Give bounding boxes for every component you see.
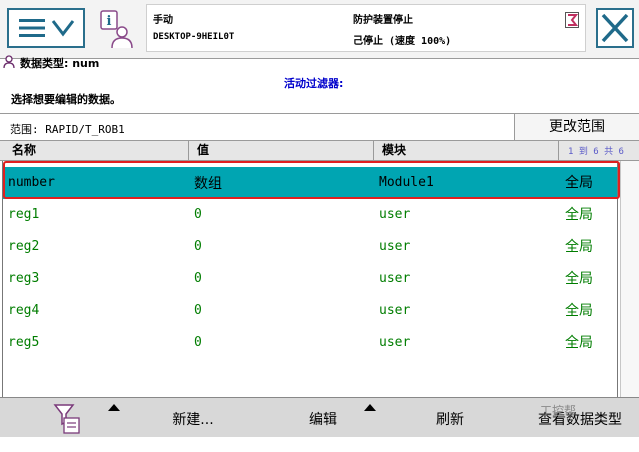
column-header-module[interactable]: 模块 bbox=[382, 142, 406, 160]
cell-scope: 全局 bbox=[565, 239, 593, 255]
change-scope-button[interactable]: 更改范围 bbox=[514, 113, 639, 141]
column-divider bbox=[188, 141, 189, 161]
event-log-button[interactable]: i bbox=[96, 8, 138, 50]
motor-state: 己停止 (速度 100%) bbox=[353, 36, 452, 47]
cell-scope: 全局 bbox=[565, 207, 593, 223]
new-button[interactable]: 新建... bbox=[150, 398, 236, 438]
up-arrow-icon bbox=[108, 404, 120, 411]
cell-module: user bbox=[379, 271, 411, 286]
status-bar: i 手动 DESKTOP-9HEIL0T 防护装置停止 己停止 (速度 100%… bbox=[0, 0, 639, 59]
instruction-text: 选择想要编辑的数据。 bbox=[11, 93, 121, 106]
cell-scope: 全局 bbox=[565, 271, 593, 287]
table-header: 名称 值 模块 1 到 6 共 6 bbox=[0, 141, 639, 161]
cell-name: reg4 bbox=[8, 303, 40, 318]
table-row[interactable]: reg5 0 user 全局 bbox=[3, 327, 617, 359]
data-type-label: 数据类型: num bbox=[20, 57, 100, 70]
edit-button[interactable]: 编辑 bbox=[290, 398, 356, 438]
cell-value: 0 bbox=[194, 207, 202, 222]
table-row[interactable]: reg2 0 user 全局 bbox=[3, 231, 617, 263]
table-row[interactable]: reg1 0 user 全局 bbox=[3, 199, 617, 231]
scope-text: 范围: RAPID/T_ROB1 bbox=[10, 123, 125, 136]
watermark: 工控帮 bbox=[540, 404, 577, 418]
close-button[interactable] bbox=[596, 8, 634, 48]
cell-module: user bbox=[379, 335, 411, 350]
operating-mode: 手动 bbox=[153, 15, 173, 26]
table-row[interactable]: reg3 0 user 全局 bbox=[3, 263, 617, 295]
edit-button-label: 编辑 bbox=[309, 412, 337, 428]
cell-value: 0 bbox=[194, 239, 202, 254]
svg-text:i: i bbox=[107, 14, 112, 29]
table-row[interactable]: reg4 0 user 全局 bbox=[3, 295, 617, 327]
main-menu-button[interactable] bbox=[7, 8, 85, 48]
cell-name: reg1 bbox=[8, 207, 40, 222]
cell-scope: 全局 bbox=[565, 335, 593, 351]
cell-module: user bbox=[379, 239, 411, 254]
flag-icon bbox=[565, 12, 579, 28]
controller-name: DESKTOP-9HEIL0T bbox=[153, 32, 235, 42]
pager-text: 1 到 6 共 6 bbox=[568, 147, 624, 157]
column-divider bbox=[558, 141, 559, 161]
refresh-button-label: 刷新 bbox=[436, 412, 464, 428]
data-type-icon bbox=[3, 55, 15, 69]
cell-name: reg3 bbox=[8, 271, 40, 286]
filter-icon bbox=[53, 404, 80, 434]
cell-module: user bbox=[379, 303, 411, 318]
new-button-label: 新建... bbox=[172, 412, 214, 428]
selection-highlight-frame bbox=[3, 161, 620, 199]
cell-value: 0 bbox=[194, 303, 202, 318]
safety-state: 防护装置停止 bbox=[353, 15, 413, 26]
cell-name: reg2 bbox=[8, 239, 40, 254]
cell-name: reg5 bbox=[8, 335, 40, 350]
column-header-value[interactable]: 值 bbox=[197, 142, 209, 160]
active-filter-label: 活动过滤器: bbox=[284, 77, 344, 90]
close-icon bbox=[601, 13, 629, 43]
refresh-button[interactable]: 刷新 bbox=[418, 398, 482, 438]
menu-icon bbox=[19, 19, 75, 37]
column-divider bbox=[373, 141, 374, 161]
cell-value: 0 bbox=[194, 335, 202, 350]
status-panel[interactable]: 手动 DESKTOP-9HEIL0T 防护装置停止 己停止 (速度 100%) bbox=[146, 4, 586, 52]
column-header-name[interactable]: 名称 bbox=[12, 142, 36, 160]
info-user-icon: i bbox=[100, 10, 133, 49]
cell-module: user bbox=[379, 207, 411, 222]
cell-scope: 全局 bbox=[565, 303, 593, 319]
filter-button[interactable] bbox=[50, 398, 84, 438]
vertical-scrollbar[interactable] bbox=[620, 161, 639, 397]
cell-value: 0 bbox=[194, 271, 202, 286]
up-arrow-icon bbox=[364, 404, 376, 411]
